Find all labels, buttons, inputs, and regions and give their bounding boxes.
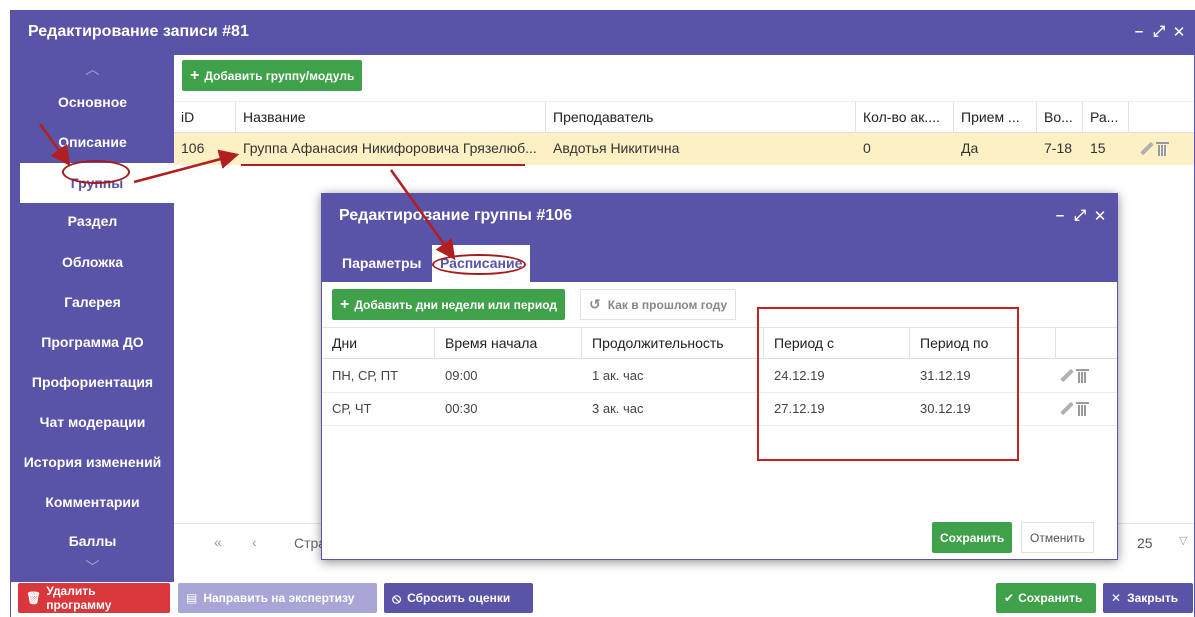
page-size-select[interactable]: 25 [1137,535,1153,551]
maximize-icon[interactable]: ⤢ [1073,207,1087,225]
edit-icon[interactable] [1140,142,1154,156]
document-icon: ▤ [186,591,198,605]
first-page-icon[interactable]: « [214,534,222,550]
footer-toolbar: 🗑 Удалить программу ▤ Направить на эксперт… [11,582,1194,617]
highlight-period-rect [757,307,1019,461]
col-age[interactable]: Во... [1037,102,1083,132]
col-id[interactable]: iD [174,102,236,132]
row-duration: 1 ак. час [592,368,644,383]
highlight-schedule-oval [432,254,526,275]
col-teacher[interactable]: Преподаватель [546,102,856,132]
row-name: Группа Афанасия Никифоровича Грязелюб... [243,140,537,156]
row-actions [1060,369,1089,384]
row-duration: 3 ак. час [592,401,644,416]
sidebar-item-main[interactable]: Основное [11,82,174,122]
edit-icon[interactable] [1060,402,1074,416]
window-title-bar: Редактирование записи #81 – ⤢ ✕ [11,11,1194,55]
plus-icon: + [340,295,350,313]
copy-last-year-label: Как в прошлом году [607,297,728,312]
close-x-icon: ✕ [1111,591,1122,605]
plus-icon: + [190,66,200,84]
row-start: 09:00 [445,368,478,383]
window-title: Редактирование записи #81 [28,23,249,40]
minimize-icon[interactable]: – [1132,23,1146,41]
highlight-groups-oval [62,160,130,184]
table-row[interactable]: 106 Группа Афанасия Никифоровича Грязелю… [174,133,1194,165]
delete-program-button[interactable]: 🗑 Удалить программу [18,583,170,613]
sidebar-item-section[interactable]: Раздел [11,201,174,241]
close-button[interactable]: ✕ Закрыть [1103,583,1193,613]
save-label: Сохранить [1018,591,1083,605]
col-duration[interactable]: Продолжительность [582,328,764,358]
sidebar: ︿ Основное Описание Группы Раздел Обложк… [11,55,174,582]
add-group-label: Добавить группу/модуль [204,68,355,83]
sidebar-item-career[interactable]: Профориентация [11,362,174,402]
window-controls: – ⤢ ✕ [1132,23,1186,41]
dropdown-arrow-icon[interactable]: ▽ [1179,534,1187,547]
groups-grid-header: iD Название Преподаватель Кол-во ак.... … [174,101,1194,133]
delete-icon[interactable] [1076,369,1089,384]
col-admission[interactable]: Прием ... [954,102,1037,132]
sidebar-item-program[interactable]: Программа ДО [11,322,174,362]
copy-last-year-button[interactable]: ↺ Как в прошлом году [580,289,737,320]
send-expertise-button[interactable]: ▤ Направить на экспертизу [178,583,377,613]
tab-parameters[interactable]: Параметры [334,245,430,282]
row-age: 7-18 [1044,140,1073,156]
col-name[interactable]: Название [236,102,546,132]
row-teacher: Авдотья Никитична [553,140,680,156]
row-actions [1060,402,1089,417]
col-count[interactable]: Кол-во ак.... [856,102,954,132]
modal-save-button[interactable]: Сохранить [932,522,1013,553]
sidebar-item-moderation-chat[interactable]: Чат модерации [11,402,174,442]
sidebar-item-gallery[interactable]: Галерея [11,282,174,322]
save-button[interactable]: ✔ Сохранить [996,583,1096,613]
sidebar-item-description[interactable]: Описание [11,122,174,162]
ban-icon: ⦸ [392,589,402,606]
col-start-time[interactable]: Время начала [435,328,582,358]
row-admission: Да [961,140,979,156]
delete-program-label: Удалить программу [46,584,112,612]
close-icon[interactable]: ✕ [1093,207,1107,225]
delete-icon[interactable] [1076,402,1089,417]
col-size[interactable]: Ра... [1083,102,1129,132]
sidebar-item-history[interactable]: История изменений [11,442,174,482]
send-expertise-label: Направить на экспертизу [203,591,355,605]
modal-window-controls: – ⤢ ✕ [1053,207,1107,225]
check-icon: ✔ [1004,591,1015,605]
minimize-icon[interactable]: – [1053,207,1067,225]
sidebar-item-points[interactable]: Баллы [11,521,174,561]
add-group-button[interactable]: + Добавить группу/модуль [182,60,363,91]
row-start: 00:30 [445,401,478,416]
modal-title: Редактирование группы #106 [339,207,572,224]
sidebar-item-cover[interactable]: Обложка [11,242,174,282]
reset-scores-label: Сбросить оценки [407,591,511,605]
modal-cancel-button[interactable]: Отменить [1021,522,1094,553]
sidebar-item-comments[interactable]: Комментарии [11,482,174,522]
close-label: Закрыть [1127,591,1179,605]
delete-icon[interactable] [1156,142,1169,157]
prev-page-icon[interactable]: ‹ [252,534,257,550]
chevron-down-icon[interactable]: ﹀ [11,557,174,577]
reset-scores-button[interactable]: ⦸ Сбросить оценки [384,583,533,613]
row-size: 15 [1090,140,1106,156]
row-id: 106 [181,140,205,156]
row-days: СР, ЧТ [332,401,372,416]
edit-icon[interactable] [1060,369,1074,383]
maximize-icon[interactable]: ⤢ [1152,23,1166,41]
row-actions [1140,142,1169,157]
add-days-label: Добавить дни недели или период [354,297,558,312]
add-days-button[interactable]: + Добавить дни недели или период [332,289,566,320]
row-days: ПН, СР, ПТ [332,368,399,383]
chevron-up-icon[interactable]: ︿ [11,59,174,79]
trash-icon: 🗑 [26,591,42,605]
col-days[interactable]: Дни [322,328,435,358]
history-icon: ↺ [589,296,601,312]
close-icon[interactable]: ✕ [1172,23,1186,41]
row-count: 0 [863,140,871,156]
